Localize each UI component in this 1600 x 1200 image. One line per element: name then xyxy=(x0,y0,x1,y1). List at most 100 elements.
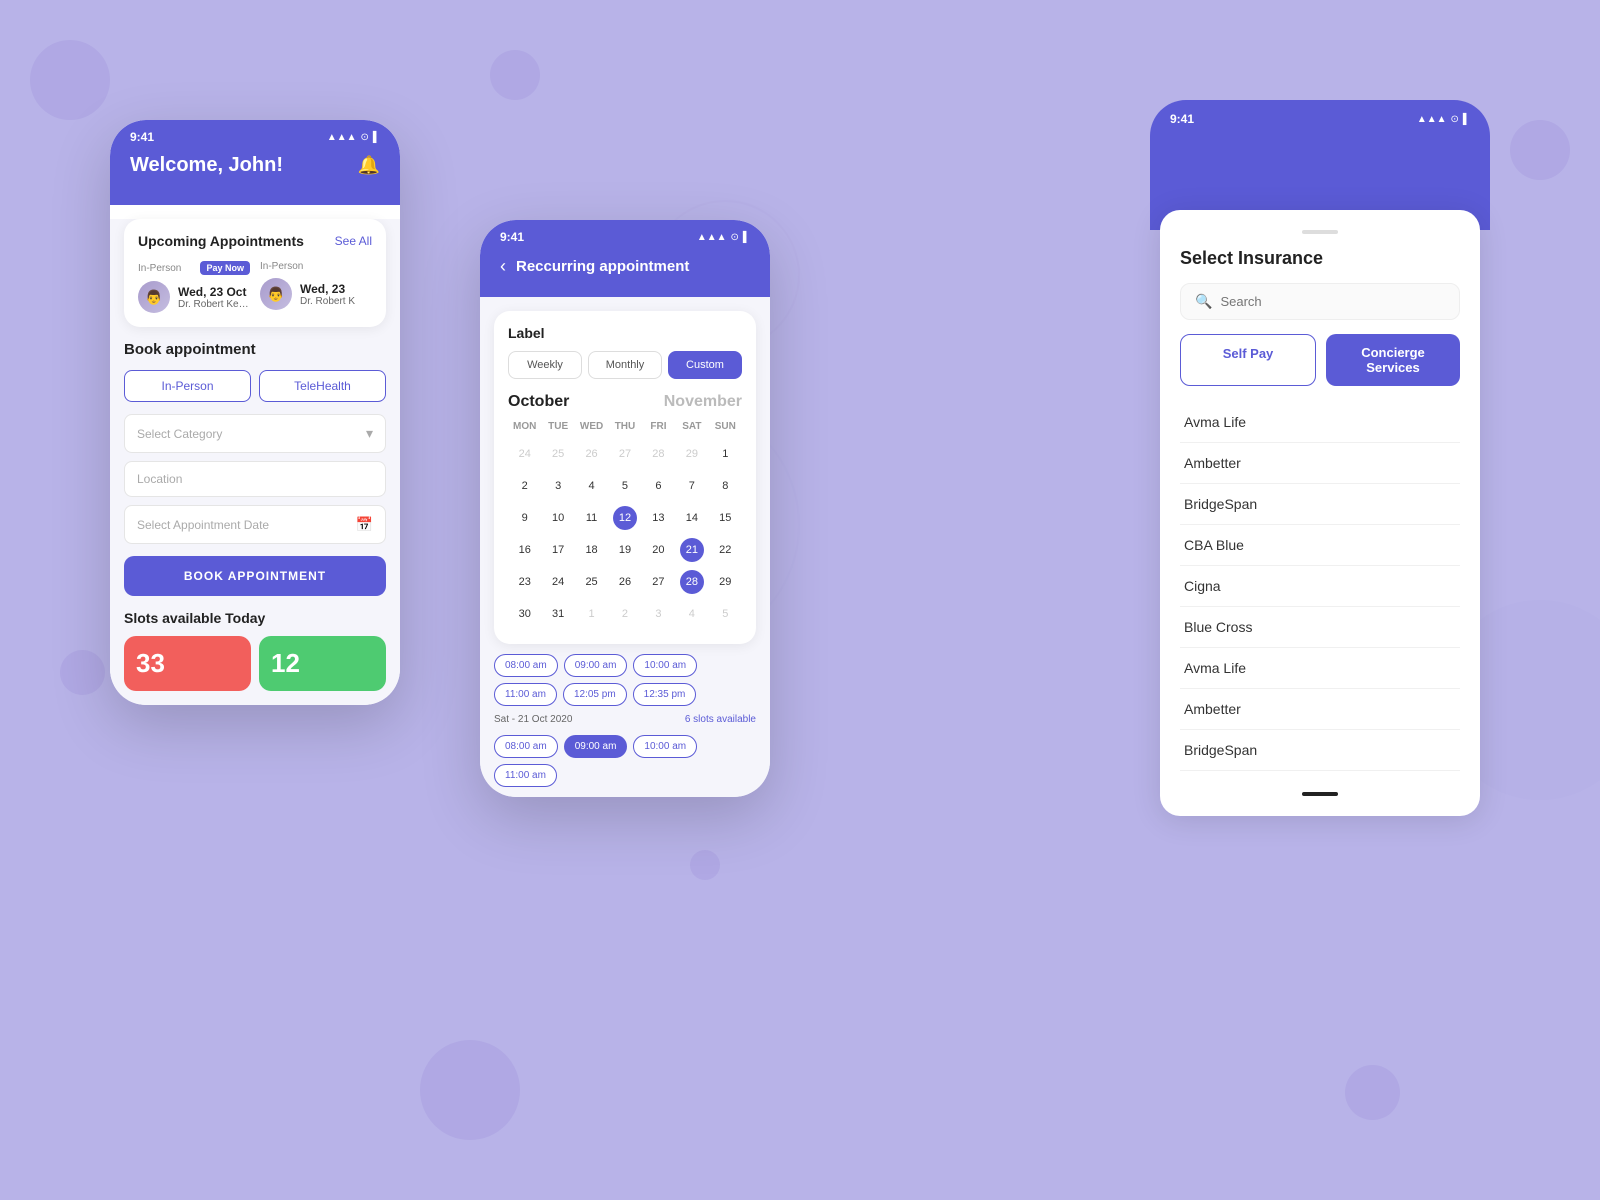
cal-cell[interactable]: 19 xyxy=(608,534,641,566)
time-slot-0800[interactable]: 08:00 am xyxy=(494,654,558,677)
category-field[interactable]: Select Category ▾ xyxy=(124,414,386,453)
self-pay-button[interactable]: Self Pay xyxy=(1180,334,1316,386)
time-slot-1235[interactable]: 12:35 pm xyxy=(633,683,697,706)
cal-cell[interactable]: 1 xyxy=(575,598,608,630)
time-slot-1205[interactable]: 12:05 pm xyxy=(563,683,627,706)
cal-cell[interactable]: 9 xyxy=(508,502,541,534)
cal-cell[interactable]: 2 xyxy=(508,470,541,502)
cal-cell[interactable]: 8 xyxy=(709,470,742,502)
signal-icon-3: ▲▲▲ xyxy=(1417,114,1447,125)
insurance-type-buttons: Self Pay Concierge Services xyxy=(1180,334,1460,386)
upcoming-appointments-card: Upcoming Appointments See All In-Person … xyxy=(124,219,386,327)
weekly-button[interactable]: Weekly xyxy=(508,351,582,379)
search-input[interactable] xyxy=(1220,294,1445,309)
location-field[interactable]: Location xyxy=(124,461,386,497)
time-slot2-0800[interactable]: 08:00 am xyxy=(494,735,558,758)
concierge-services-button[interactable]: Concierge Services xyxy=(1326,334,1460,386)
insurance-item-bridgespan2[interactable]: BridgeSpan xyxy=(1180,730,1460,771)
time-slot2-1000[interactable]: 10:00 am xyxy=(633,735,697,758)
cal-cell[interactable]: 14 xyxy=(675,502,708,534)
cal-cell[interactable]: 10 xyxy=(541,502,574,534)
custom-button[interactable]: Custom xyxy=(668,351,742,379)
cal-cell[interactable]: 24 xyxy=(508,438,541,470)
time-slot-0900[interactable]: 09:00 am xyxy=(564,654,628,677)
category-placeholder: Select Category xyxy=(137,427,222,441)
cal-cell-21[interactable]: 21 xyxy=(675,534,708,566)
search-bar[interactable]: 🔍 xyxy=(1180,283,1460,320)
inperson-button[interactable]: In-Person xyxy=(124,370,251,402)
time-slot2-0900[interactable]: 09:00 am xyxy=(564,735,628,758)
next-month: November xyxy=(664,393,742,411)
appt-label-row-2: In-Person xyxy=(260,261,372,272)
cal-cell[interactable]: 27 xyxy=(608,438,641,470)
cal-cell[interactable]: 24 xyxy=(541,566,574,598)
cal-cell[interactable]: 4 xyxy=(575,470,608,502)
cal-cell[interactable]: 29 xyxy=(675,438,708,470)
slots-title: Slots available Today xyxy=(124,610,386,626)
cal-cell[interactable]: 27 xyxy=(642,566,675,598)
monthly-button[interactable]: Monthly xyxy=(588,351,662,379)
cal-cell[interactable]: 30 xyxy=(508,598,541,630)
cal-cell[interactable]: 15 xyxy=(709,502,742,534)
time-slot2-1100[interactable]: 11:00 am xyxy=(494,764,557,787)
insurance-item-cigna1[interactable]: Cigna xyxy=(1180,566,1460,607)
insurance-item-cbablue2[interactable]: CBA Blue xyxy=(1180,771,1460,782)
insurance-item-avmalife1[interactable]: Avma Life xyxy=(1180,402,1460,443)
cal-cell[interactable]: 23 xyxy=(508,566,541,598)
cal-cell[interactable]: 6 xyxy=(642,470,675,502)
insurance-item-ambetter2[interactable]: Ambetter xyxy=(1180,689,1460,730)
cal-hdr-mon: MON xyxy=(508,419,541,434)
time-slot-1000[interactable]: 10:00 am xyxy=(633,654,697,677)
cal-cell[interactable]: 26 xyxy=(608,566,641,598)
welcome-row: Welcome, John! 🔔 xyxy=(130,150,380,185)
cal-cell[interactable]: 1 xyxy=(709,438,742,470)
appt-item-1: In-Person Pay Now 👨 Wed, 23 Oct Dr. Robe… xyxy=(138,261,250,313)
cal-cell[interactable]: 11 xyxy=(575,502,608,534)
cal-cell[interactable]: 3 xyxy=(541,470,574,502)
back-row: ‹ Reccurring appointment xyxy=(500,250,750,277)
cal-cell[interactable]: 26 xyxy=(575,438,608,470)
insurance-item-cbablue1[interactable]: CBA Blue xyxy=(1180,525,1460,566)
cal-cell[interactable]: 2 xyxy=(608,598,641,630)
cal-cell[interactable]: 16 xyxy=(508,534,541,566)
date-placeholder: Select Appointment Date xyxy=(137,518,269,532)
insurance-item-bluecross1[interactable]: Blue Cross xyxy=(1180,607,1460,648)
back-arrow-icon[interactable]: ‹ xyxy=(500,256,506,277)
cal-cell[interactable]: 3 xyxy=(642,598,675,630)
book-title: Book appointment xyxy=(124,341,386,358)
appt-info-row-1: 👨 Wed, 23 Oct Dr. Robert Keisling xyxy=(138,281,250,313)
cal-cell[interactable]: 25 xyxy=(575,566,608,598)
cal-cell[interactable]: 17 xyxy=(541,534,574,566)
cal-cell[interactable]: 25 xyxy=(541,438,574,470)
cal-cell[interactable]: 4 xyxy=(675,598,708,630)
cal-cell[interactable]: 22 xyxy=(709,534,742,566)
insurance-item-ambetter1[interactable]: Ambetter xyxy=(1180,443,1460,484)
see-all-link[interactable]: See All xyxy=(335,234,372,248)
cal-cell[interactable]: 31 xyxy=(541,598,574,630)
cal-cell-28[interactable]: 28 xyxy=(675,566,708,598)
time-slot-1100[interactable]: 11:00 am xyxy=(494,683,557,706)
cal-cell[interactable]: 5 xyxy=(709,598,742,630)
cal-cell[interactable]: 29 xyxy=(709,566,742,598)
insurance-item-bridgespan1[interactable]: BridgeSpan xyxy=(1180,484,1460,525)
pay-now-badge[interactable]: Pay Now xyxy=(200,261,250,275)
telehealth-button[interactable]: TeleHealth xyxy=(259,370,386,402)
date-field[interactable]: Select Appointment Date 📅 xyxy=(124,505,386,544)
cal-cell-12[interactable]: 12 xyxy=(608,502,641,534)
cal-cell[interactable]: 28 xyxy=(642,438,675,470)
appt-avatar-img-2: 👨 xyxy=(260,278,292,310)
bell-icon[interactable]: 🔔 xyxy=(358,155,380,176)
cal-cell[interactable]: 13 xyxy=(642,502,675,534)
cal-cell[interactable]: 5 xyxy=(608,470,641,502)
appt-details-2: Wed, 23 Dr. Robert K xyxy=(300,282,355,307)
insurance-item-avmalife2[interactable]: Avma Life xyxy=(1180,648,1460,689)
slot-number-green: 12 xyxy=(271,648,374,679)
phone3-wrapper: 9:41 ▲▲▲ ⊙ ▌ Select Insurance 🔍 Self Pay… xyxy=(1150,100,1490,836)
phone2-frame: 9:41 ▲▲▲ ⊙ ▌ ‹ Reccurring appointment La… xyxy=(480,220,770,797)
wifi-icon-2: ⊙ xyxy=(731,232,739,243)
phone1-header: 9:41 ▲▲▲ ⊙ ▌ Welcome, John! 🔔 xyxy=(110,120,400,205)
book-appointment-button[interactable]: BOOK APPOINTMENT xyxy=(124,556,386,596)
cal-cell[interactable]: 20 xyxy=(642,534,675,566)
cal-cell[interactable]: 7 xyxy=(675,470,708,502)
cal-cell[interactable]: 18 xyxy=(575,534,608,566)
